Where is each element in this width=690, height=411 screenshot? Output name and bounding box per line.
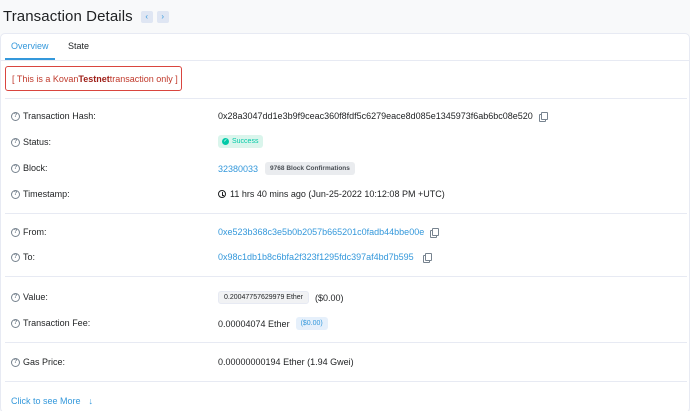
fee-label: Transaction Fee: (23, 318, 91, 328)
question-icon[interactable]: ? (11, 112, 20, 121)
page-title: Transaction Details (3, 8, 133, 25)
tx-hash-value-wrap: 0x28a3047dd1e3b9f9ceac360f8fdf5c6279eace… (218, 111, 548, 122)
status-value: Success (232, 138, 259, 145)
question-icon[interactable]: ? (11, 253, 20, 262)
copy-icon[interactable] (422, 252, 432, 263)
alert-bold: Testnet (78, 73, 110, 84)
divider (5, 98, 687, 99)
fee-amount: 0.00004074 Ether (218, 319, 290, 329)
value-usd: ($0.00) (315, 293, 344, 303)
see-more-label: Click to see More (11, 396, 81, 406)
question-icon[interactable]: ? (11, 293, 20, 302)
alert-suffix: transaction only ] (109, 73, 178, 84)
divider (5, 381, 687, 382)
check-circle-icon: ✓ (222, 138, 229, 145)
status-badge: ✓ Success (218, 135, 264, 148)
row-gas-price: ? Gas Price: 0.00000000194 Ether (1.94 G… (1, 355, 689, 371)
row-timestamp: ? Timestamp: 11 hrs 40 mins ago (Jun-25-… (1, 187, 689, 203)
to-label: To: (23, 252, 36, 262)
tab-state[interactable]: State (68, 41, 89, 51)
transaction-card: Overview State [ This is a Kovan Testnet… (0, 33, 690, 411)
value-value-wrap: 0.20047757629979 Ether ($0.00) (218, 291, 344, 304)
tx-hash-value: 0x28a3047dd1e3b9f9ceac360f8fdf5c6279eace… (218, 111, 533, 121)
timestamp-value: 11 hrs 40 mins ago (Jun-25-2022 10:12:08… (230, 189, 445, 199)
row-status: ? Status: ✓ Success (1, 135, 689, 151)
from-value-wrap: 0xe523b368c3e5b0b2057b665201c0fadb44bbe0… (218, 227, 440, 238)
tx-hash-label: Transaction Hash: (23, 111, 96, 121)
chevron-right-icon: › (161, 11, 165, 21)
row-transaction-fee: ? Transaction Fee: 0.00004074 Ether ($0.… (1, 316, 689, 332)
value-label: Value: (23, 292, 48, 302)
row-transaction-hash: ? Transaction Hash: 0x28a3047dd1e3b9f9ce… (1, 109, 689, 125)
block-value-wrap: 32380033 9768 Block Confirmations (218, 162, 355, 175)
gas-price-value: 0.00000000194 Ether (1.94 Gwei) (218, 357, 354, 367)
gas-price-value-wrap: 0.00000000194 Ether (1.94 Gwei) (218, 357, 354, 367)
alert-prefix: [ This is a Kovan (12, 73, 79, 84)
prev-transaction-button[interactable]: ‹ (140, 10, 153, 23)
divider (5, 213, 687, 214)
row-to: ? To: 0x98c1db1b8c6bfa2f323f1295fdc397af… (1, 250, 689, 266)
copy-icon[interactable] (538, 111, 548, 122)
row-from: ? From: 0xe523b368c3e5b0b2057b665201c0fa… (1, 225, 689, 241)
divider (5, 276, 687, 277)
clock-icon (218, 190, 226, 198)
block-label: Block: (23, 163, 48, 173)
from-label: From: (23, 227, 47, 237)
question-icon[interactable]: ? (11, 138, 20, 147)
divider (5, 342, 687, 343)
arrow-down-icon: ↓ (88, 396, 94, 406)
from-address-link[interactable]: 0xe523b368c3e5b0b2057b665201c0fadb44bbe0… (218, 227, 424, 237)
page-header: Transaction Details ‹ › (0, 0, 690, 33)
status-value-wrap: ✓ Success (218, 135, 264, 148)
block-number-link[interactable]: 32380033 (218, 164, 258, 174)
tab-overview[interactable]: Overview (11, 41, 49, 51)
block-confirmations-badge: 9768 Block Confirmations (265, 162, 355, 175)
gas-price-label: Gas Price: (23, 357, 66, 367)
copy-icon[interactable] (430, 227, 440, 238)
tab-bar: Overview State (1, 34, 689, 61)
status-label: Status: (23, 137, 52, 147)
next-transaction-button[interactable]: › (156, 10, 169, 23)
question-icon[interactable]: ? (11, 358, 20, 367)
row-value: ? Value: 0.20047757629979 Ether ($0.00) (1, 290, 689, 306)
timestamp-label: Timestamp: (23, 189, 70, 199)
question-icon[interactable]: ? (11, 228, 20, 237)
active-tab-indicator (5, 58, 55, 60)
chevron-left-icon: ‹ (145, 11, 149, 21)
see-more-link[interactable]: Click to see More ↓ (11, 396, 93, 406)
to-address-link[interactable]: 0x98c1db1b8c6bfa2f323f1295fdc397af4bd7b5… (218, 252, 414, 262)
question-icon[interactable]: ? (11, 190, 20, 199)
question-icon[interactable]: ? (11, 319, 20, 328)
to-value-wrap: 0x98c1db1b8c6bfa2f323f1295fdc397af4bd7b5… (218, 252, 432, 263)
row-block: ? Block: 32380033 9768 Block Confirmatio… (1, 161, 689, 177)
fee-value-wrap: 0.00004074 Ether ($0.00) (218, 317, 328, 330)
question-icon[interactable]: ? (11, 164, 20, 173)
fee-usd-badge: ($0.00) (295, 317, 328, 330)
value-amount-badge: 0.20047757629979 Ether (218, 291, 310, 304)
timestamp-value-wrap: 11 hrs 40 mins ago (Jun-25-2022 10:12:08… (218, 189, 445, 199)
testnet-alert: [ This is a Kovan Testnet transaction on… (5, 66, 182, 91)
